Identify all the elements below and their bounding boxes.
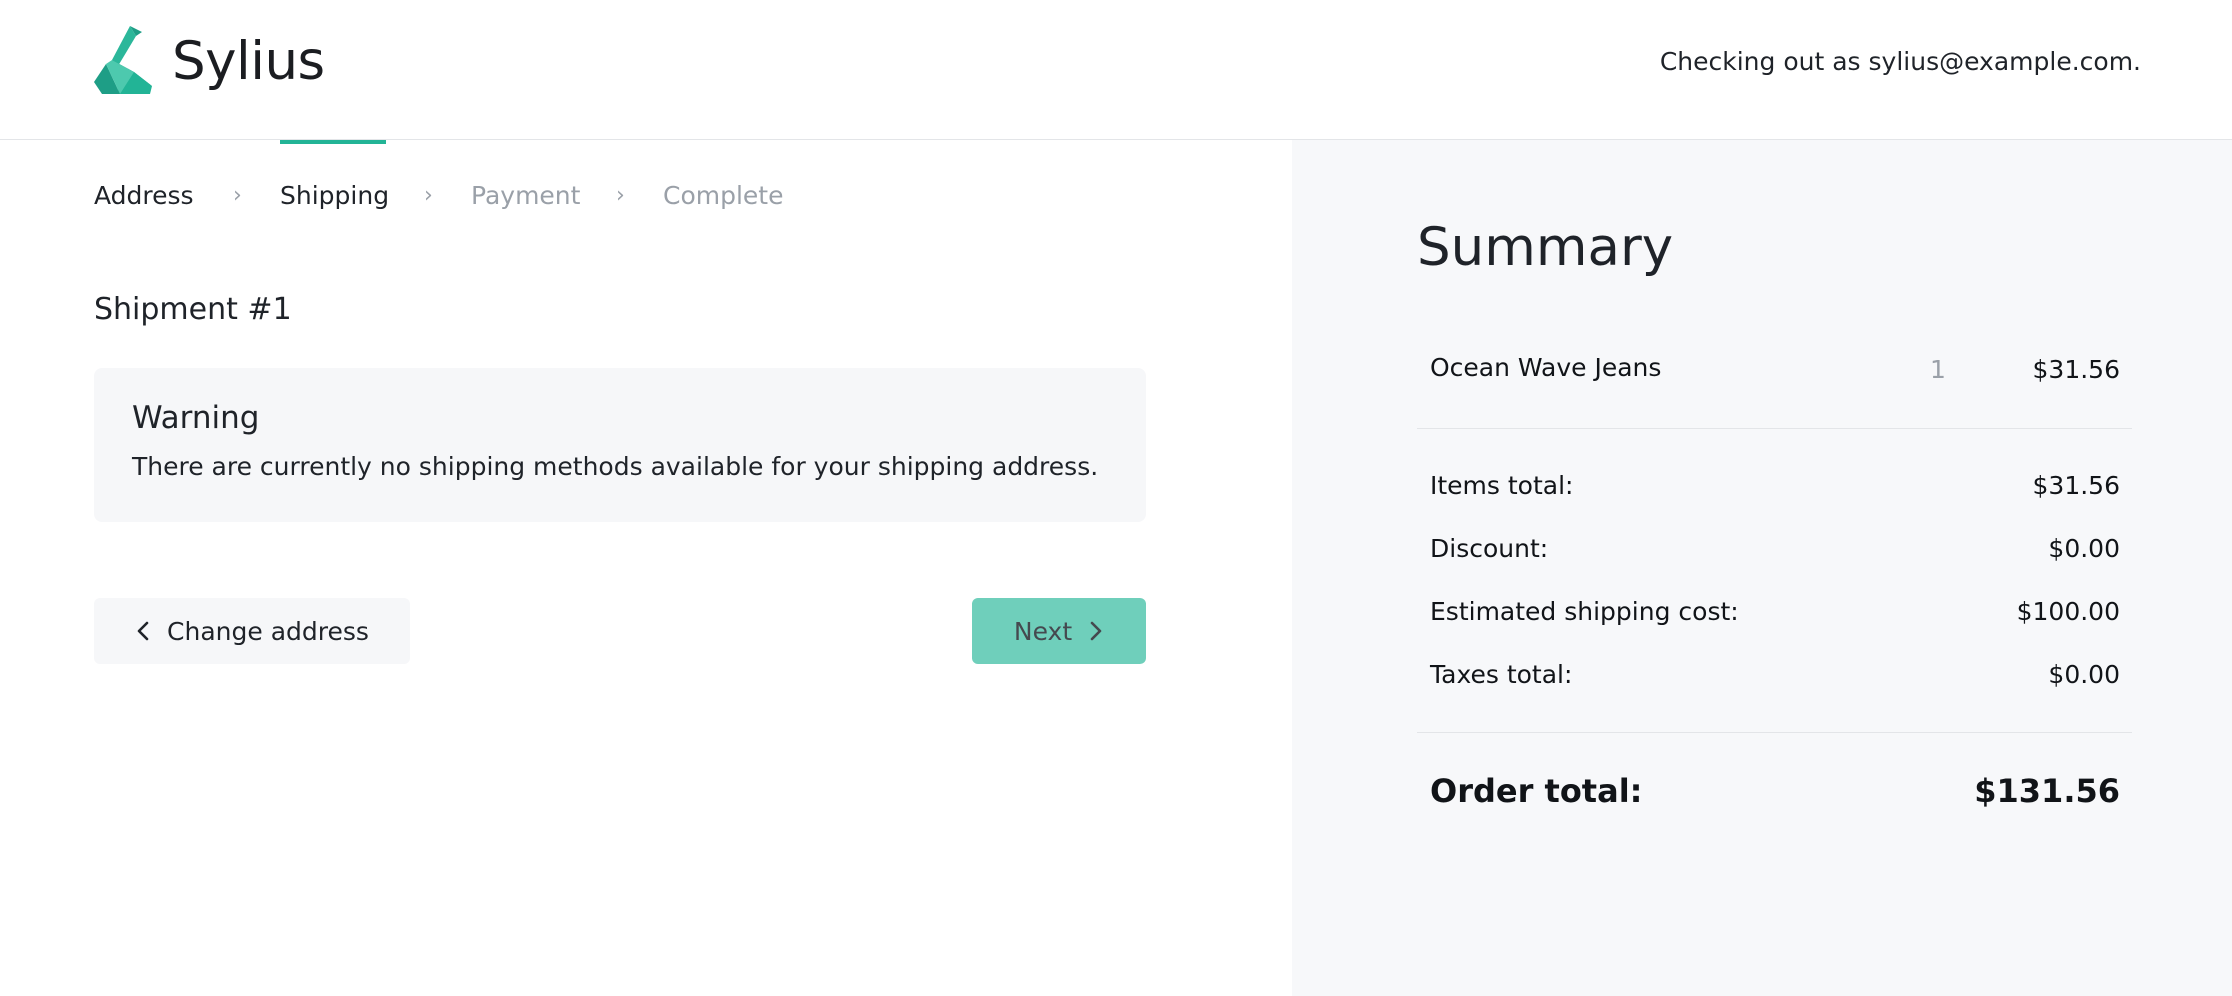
brand-name: Sylius — [172, 31, 325, 92]
items-total-value: $31.56 — [2032, 471, 2120, 500]
items-total-label: Items total: — [1430, 471, 1574, 500]
step-separator: › — [233, 183, 242, 208]
brand-logo[interactable] — [94, 26, 154, 96]
item-price: $31.56 — [2032, 355, 2120, 384]
shipping-cost-value: $100.00 — [2016, 597, 2120, 626]
shipping-cost-label: Estimated shipping cost: — [1430, 597, 1739, 626]
step-shipping[interactable]: Shipping — [280, 176, 389, 216]
next-button[interactable]: Next — [972, 598, 1146, 664]
shipment-title: Shipment #1 — [94, 292, 292, 327]
next-label: Next — [1013, 616, 1073, 646]
checkout-main: Address › Shipping › Payment › Complete … — [0, 140, 1292, 996]
item-quantity: 1 — [1930, 355, 1946, 384]
taxes-total-row: Taxes total: $0.00 — [1417, 655, 2132, 695]
discount-value: $0.00 — [2048, 534, 2120, 563]
order-total-label: Order total: — [1430, 772, 1643, 810]
summary-title: Summary — [1417, 217, 1674, 278]
sylius-logo-icon — [94, 26, 152, 94]
item-name: Ocean Wave Jeans — [1430, 353, 1662, 382]
taxes-total-label: Taxes total: — [1430, 660, 1573, 689]
items-total-row: Items total: $31.56 — [1417, 466, 2132, 506]
step-separator: › — [424, 183, 433, 208]
active-step-indicator — [280, 140, 386, 144]
taxes-total-value: $0.00 — [2048, 660, 2120, 689]
chevron-right-icon — [1090, 621, 1102, 641]
step-complete: Complete — [663, 181, 784, 210]
change-address-label: Change address — [167, 616, 369, 646]
order-total-value: $131.56 — [1974, 772, 2120, 810]
step-separator: › — [616, 183, 625, 208]
change-address-button[interactable]: Change address — [94, 598, 410, 664]
summary-divider — [1417, 428, 2132, 429]
warning-message: Warning There are currently no shipping … — [94, 368, 1146, 522]
checking-out-notice: Checking out as sylius@example.com. — [1659, 47, 2141, 76]
shipping-cost-row: Estimated shipping cost: $100.00 — [1417, 592, 2132, 632]
discount-row: Discount: $0.00 — [1417, 529, 2132, 569]
order-summary: Summary Ocean Wave Jeans 1 $31.56 Items … — [1292, 140, 2232, 996]
summary-item-row: Ocean Wave Jeans 1 $31.56 — [1417, 346, 2132, 390]
step-address[interactable]: Address — [94, 176, 194, 216]
page-header: Sylius Checking out as sylius@example.co… — [0, 0, 2232, 140]
summary-divider — [1417, 732, 2132, 733]
warning-text: There are currently no shipping methods … — [132, 452, 1099, 481]
step-payment: Payment — [471, 181, 581, 210]
chevron-left-icon — [137, 621, 149, 641]
warning-title: Warning — [132, 400, 260, 436]
order-total-row: Order total: $131.56 — [1417, 767, 2132, 815]
discount-label: Discount: — [1430, 534, 1549, 563]
